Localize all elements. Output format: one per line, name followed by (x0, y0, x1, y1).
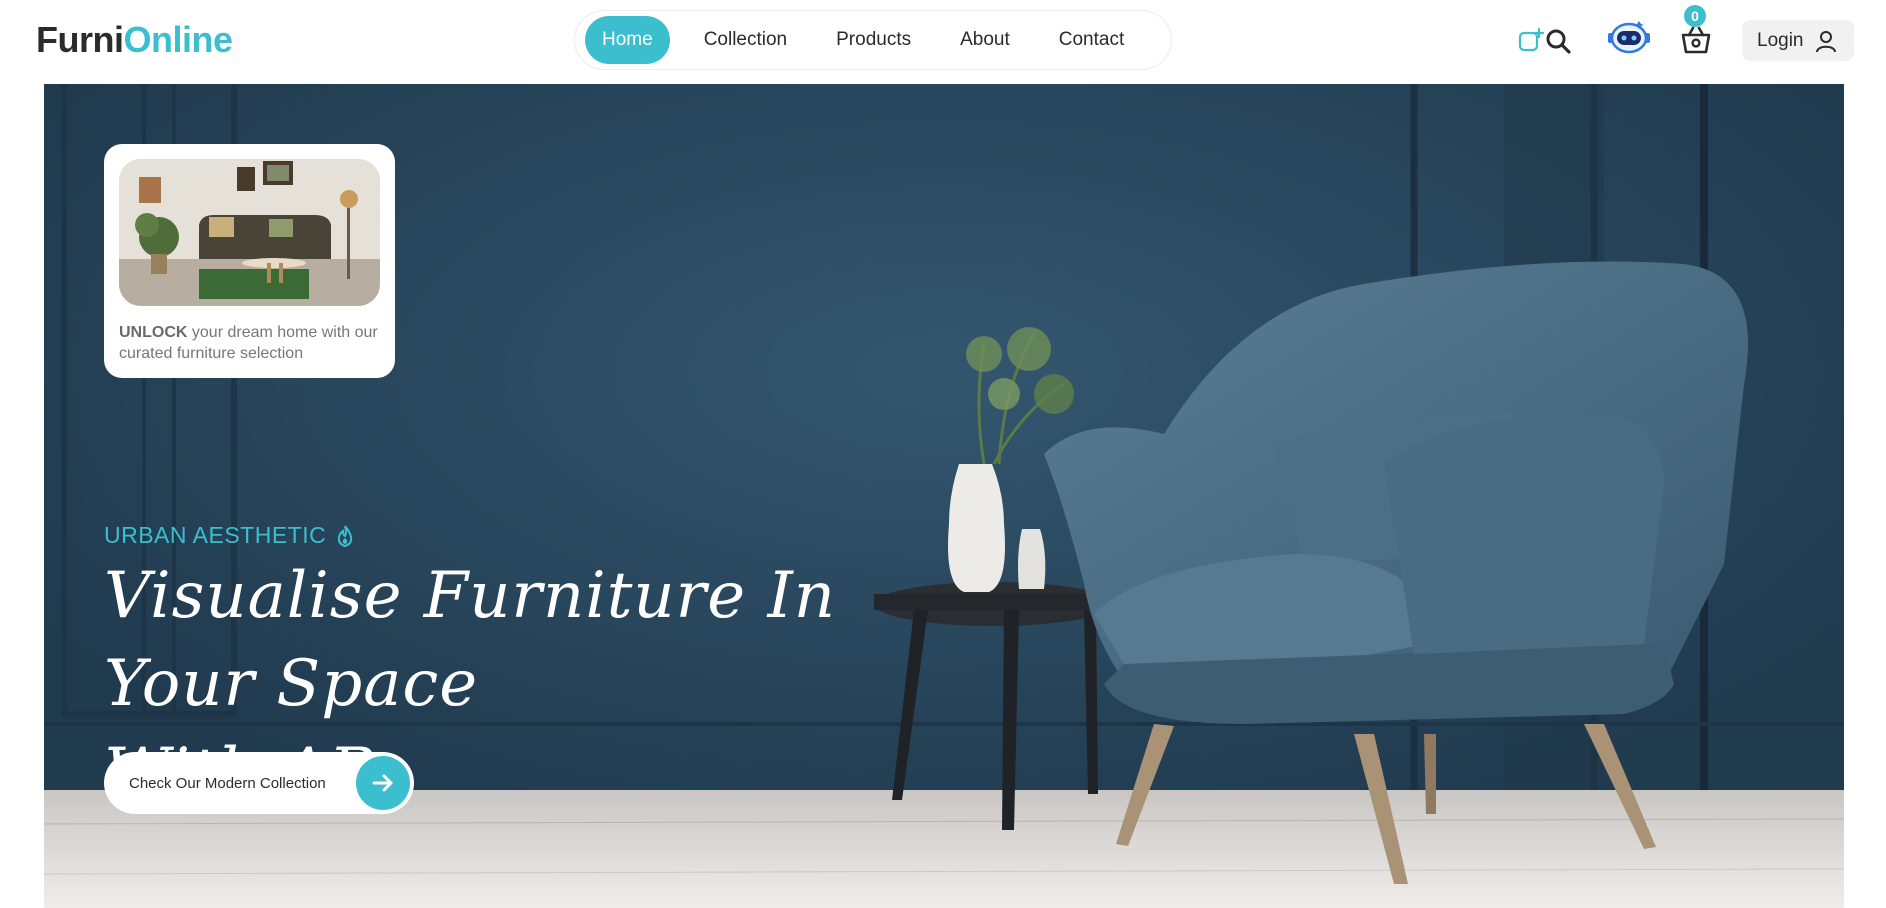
promo-card: UNLOCK your dream home with our curated … (104, 144, 395, 378)
hero-tagline: URBAN AESTHETIC (104, 522, 354, 549)
search-icon[interactable] (1544, 27, 1572, 55)
nav-item-products[interactable]: Products (819, 16, 928, 64)
tagline-text: URBAN AESTHETIC (104, 522, 327, 548)
brand-name-part2: Online (123, 19, 233, 60)
ar-view-icon[interactable] (1518, 27, 1544, 53)
nav-item-collection[interactable]: Collection (687, 16, 804, 64)
flame-icon (338, 524, 353, 547)
headline-line-1: Visualise Furniture In Your Space (104, 559, 836, 721)
login-button[interactable]: Login (1742, 20, 1854, 61)
promo-text: UNLOCK your dream home with our curated … (119, 322, 380, 364)
nav-item-about[interactable]: About (943, 16, 1027, 64)
cart-icon[interactable] (1680, 24, 1712, 56)
living-room-image (119, 159, 380, 306)
main-nav: Home Collection Products About Contact (574, 10, 1172, 70)
user-icon (1815, 30, 1836, 52)
login-label: Login (1757, 29, 1804, 51)
cta-label: Check Our Modern Collection (129, 774, 326, 792)
arrow-right-icon (372, 774, 393, 792)
hero-banner: UNLOCK your dream home with our curated … (44, 84, 1844, 908)
chatbot-icon[interactable] (1606, 18, 1652, 58)
nav-item-contact[interactable]: Contact (1042, 16, 1141, 64)
site-header: FurniOnline Home Collection Products Abo… (0, 0, 1886, 84)
brand-name-part1: Furni (36, 19, 124, 60)
nav-item-home[interactable]: Home (585, 16, 670, 64)
modern-collection-button[interactable]: Check Our Modern Collection (104, 752, 414, 814)
cta-arrow-button[interactable] (356, 756, 410, 810)
brand-logo[interactable]: FurniOnline (36, 20, 233, 60)
promo-bold-text: UNLOCK (119, 324, 188, 341)
